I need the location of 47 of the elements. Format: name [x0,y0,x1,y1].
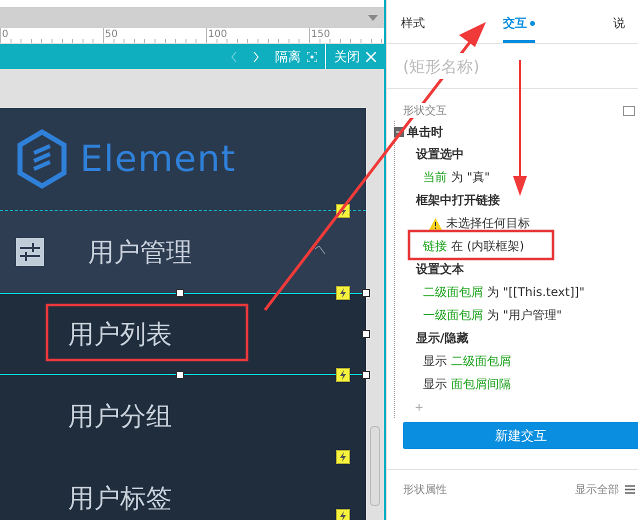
action-title[interactable]: 显示/隐藏 [416,327,468,350]
show-all-link[interactable]: 显示全部 [575,482,619,497]
lightning-icon [336,286,350,300]
action-title[interactable]: 设置文本 [416,258,464,281]
selection-handle[interactable] [176,371,184,379]
action-detail[interactable]: 显示 面包屑间隔 [395,373,638,396]
event-label: 单击时 [407,124,443,140]
action-detail[interactable]: 链接 在 (内联框架) [395,235,638,258]
scrollbar-thumb[interactable] [370,426,380,506]
ruler-label: 50 [103,28,206,43]
close-icon [366,52,376,62]
section-label: 形状交互 [403,103,447,118]
section-label: 形状属性 [403,482,447,497]
action-detail[interactable]: 显示 二级面包屑 [395,350,638,373]
sliders-icon [16,238,44,266]
action-detail[interactable]: 二级面包屑 为 "[[This.text]]" [395,281,638,304]
warning-icon [429,218,442,230]
selection-handle[interactable] [362,330,370,338]
menu-item-label: 用户列表 [68,318,172,352]
minus-icon [396,129,402,135]
logo-icon [16,129,68,189]
chevron-right-icon [253,52,259,62]
action-detail[interactable]: 一级面包屑 为 "用户管理" [395,304,638,327]
action-title[interactable]: 设置选中 [416,143,464,166]
action-detail[interactable]: 当前 为 "真" [395,166,638,189]
logo-text: Element [80,138,236,180]
tab[interactable]: 说 [613,15,625,43]
menu-group-label: 用户管理 [88,236,192,270]
selection-handle[interactable] [362,289,370,297]
menu-icon[interactable] [625,485,635,494]
lightning-icon [336,509,350,520]
menu-item[interactable]: 用户分组 [0,375,366,457]
selection-handle[interactable] [362,371,370,379]
chevron-left-icon [231,52,237,62]
focus-icon [307,52,317,62]
expand-icon[interactable] [623,106,635,116]
warning-message: 未选择任何目标 [395,212,638,235]
ruler-label: 100 [206,28,309,43]
action-title[interactable]: 框架中打开链接 [416,189,500,212]
ruler-label: 0 [0,28,103,43]
menu-group[interactable]: 用户管理 [0,211,366,293]
selection-handle[interactable] [176,289,184,297]
lightning-icon [336,368,350,382]
lightning-icon [336,450,350,464]
menu-item-label: 用户标签 [68,482,172,516]
menu-item[interactable]: 用户标签 [0,457,366,520]
menu-item-label: 用户分组 [68,400,172,434]
